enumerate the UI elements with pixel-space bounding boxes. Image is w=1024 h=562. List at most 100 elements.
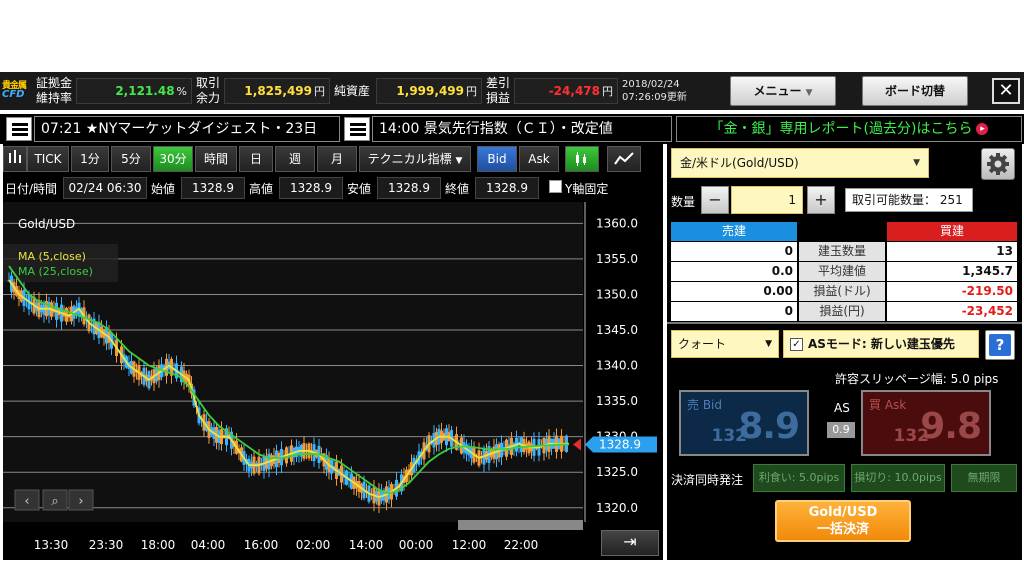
x-tick-label: 00:00 (399, 538, 434, 552)
chevron-down-icon: ▼ (805, 88, 813, 98)
margin-ratio-label: 証拠金 維持率 (36, 76, 73, 105)
x-tick-label: 14:00 (349, 538, 384, 552)
gold-silver-report-link[interactable]: 「金・銀」専用レポート(過去分)はこちら ▸ (676, 116, 1022, 142)
y-tick-label: 1350.0 (596, 287, 638, 301)
chart-symbol-label: Gold/USD (18, 217, 75, 231)
x-tick-label: 23:30 (89, 538, 124, 552)
y-tick-label: 1335.0 (596, 394, 638, 408)
tab-week[interactable]: 週 (275, 146, 315, 172)
quantity-label: 数量 (671, 195, 696, 209)
tab-month[interactable]: 月 (317, 146, 357, 172)
precious-metals-cfd-logo: 貴金属 CFD (2, 81, 27, 100)
candlestick-chart-icon[interactable] (565, 146, 599, 172)
quantity-plus-button[interactable]: + (807, 186, 835, 214)
question-icon: ? (989, 334, 1011, 356)
chart-panel: TICK 1分 5分 30分 時間 日 週 月 テクニカル指標 ▼ Bid As… (3, 144, 663, 560)
checkbox-checked-icon: ✓ (790, 338, 803, 351)
chevron-down-icon: ▼ (765, 339, 772, 349)
divider (667, 322, 1022, 324)
chart-scrollbar (458, 520, 583, 530)
zoom-control-glyph: › (78, 494, 83, 509)
buy-header: 買建 (887, 222, 1017, 241)
open-value: 1328.9 (181, 177, 245, 199)
symbol-select[interactable]: 金/米ドル(Gold/USD) ▼ (671, 148, 929, 178)
quantity-minus-button[interactable]: − (701, 186, 729, 214)
low-value: 1328.9 (377, 177, 441, 199)
take-profit-button[interactable]: 利食い: 5.0pips (753, 464, 845, 492)
news-item-2[interactable]: 14:00 景気先行指数（ＣＩ）・改定値 (372, 116, 672, 142)
bid-toggle[interactable]: Bid (477, 146, 517, 172)
help-button[interactable]: ? (985, 330, 1015, 360)
y-axis-fix-label: Y軸固定 (565, 182, 609, 196)
tab-1min[interactable]: 1分 (71, 146, 109, 172)
close-icon: ✕ (998, 80, 1014, 101)
news-list-icon[interactable] (6, 117, 32, 141)
slippage-readout: 許容スリッページ幅: 5.0 pips (835, 372, 999, 386)
tab-5min[interactable]: 5分 (111, 146, 151, 172)
jump-to-latest-button[interactable]: ⇥ (601, 530, 659, 556)
unlimited-button[interactable]: 無期限 (951, 464, 1017, 492)
y-tick-label: 1340.0 (596, 359, 638, 373)
datetime-value: 02/24 06:30 (63, 177, 147, 199)
news-item-1[interactable]: 07:21 ★NYマーケットダイジェスト・23日 (34, 116, 340, 142)
x-tick-label: 16:00 (244, 538, 279, 552)
ask-toggle[interactable]: Ask (519, 146, 559, 172)
tab-tick[interactable]: TICK (27, 146, 69, 172)
bar-chart-icon[interactable] (3, 146, 27, 172)
margin-ratio-value: 2,121.48% (76, 78, 192, 104)
quantity-input[interactable]: 1 (731, 186, 803, 214)
simultaneous-order-label: 決済同時発注 (671, 473, 744, 487)
chart-toolbar: TICK 1分 5分 30分 時間 日 週 月 テクニカル指標 ▼ Bid As… (3, 144, 663, 174)
y-tick-label: 1345.0 (596, 323, 638, 337)
ohlc-readout: 日付/時間 02/24 06:30 始値 1328.9 高値 1328.9 安値… (3, 176, 663, 200)
x-tick-label: 12:00 (452, 538, 487, 552)
arrow-right-icon: ▸ (976, 123, 989, 135)
chevron-down-icon: ▼ (913, 158, 920, 168)
close-value: 1328.9 (475, 177, 539, 199)
x-tick-label: 13:30 (34, 538, 69, 552)
settings-button[interactable] (981, 148, 1015, 180)
available-quantity: 取引可能数量： 251 (845, 188, 973, 212)
buy-ask-button[interactable]: 買 Ask 132 9.8 (861, 390, 991, 456)
technical-indicator-dropdown[interactable]: テクニカル指標 ▼ (359, 146, 471, 172)
order-panel: 金/米ドル(Gold/USD) ▼ 数量 − 1 + 取引可能数量： 251 売建… (667, 144, 1022, 560)
table-row: 0 建玉数量 13 (671, 242, 1017, 261)
x-tick-label: 18:00 (141, 538, 176, 552)
trading-capacity-value: 1,825,499 円 (224, 78, 330, 104)
legend-entry: MA (25,close) (18, 265, 93, 278)
sell-bid-button[interactable]: 売 Bid 132 8.9 (679, 390, 809, 456)
trading-capacity-label: 取引 余力 (196, 76, 221, 105)
price-chart[interactable]: 1360.01355.01350.01345.01340.01335.01330… (3, 202, 663, 560)
current-price-label: 1328.9 (599, 437, 641, 451)
close-button[interactable]: ✕ (992, 78, 1020, 104)
table-row: 0.00 損益(ドル) -219.50 (671, 282, 1017, 301)
as-value: 0.9 (827, 422, 855, 438)
x-tick-label: 02:00 (296, 538, 331, 552)
tab-day[interactable]: 日 (239, 146, 273, 172)
order-type-select[interactable]: クォート ▼ (671, 330, 779, 358)
pnl-value: -24,478 円 (514, 78, 618, 104)
y-tick-label: 1320.0 (596, 501, 638, 515)
news-list-icon-2[interactable] (344, 117, 370, 141)
as-mode-checkbox[interactable]: ✓ ASモード: 新しい建玉優先 (783, 330, 979, 358)
stop-loss-button[interactable]: 損切り: 10.0pips (851, 464, 945, 492)
legend-entry: MA (5,close) (18, 250, 86, 263)
board-switch-button[interactable]: ボード切替 (862, 76, 968, 106)
zoom-control-glyph: ⌕ (51, 494, 58, 509)
menu-button[interactable]: メニュー ▼ (730, 76, 836, 106)
line-chart-icon[interactable] (607, 146, 641, 172)
last-updated: 2018/02/24 07:26:09更新 (622, 79, 687, 103)
y-axis-fix-checkbox[interactable] (549, 180, 562, 193)
tab-30min[interactable]: 30分 (153, 146, 193, 172)
sell-header: 売建 (671, 222, 797, 241)
x-tick-label: 04:00 (191, 538, 226, 552)
bulk-settle-button[interactable]: Gold/USD 一括決済 (775, 500, 911, 542)
high-value: 1328.9 (279, 177, 343, 199)
net-assets-value: 1,999,499 円 (376, 78, 482, 104)
account-bar: 貴金属 CFD 証拠金 維持率 2,121.48% 取引 余力 1,825,499 円… (0, 72, 1024, 110)
x-tick-label: 22:00 (504, 538, 539, 552)
table-row: 0.0 平均建値 1,345.7 (671, 262, 1017, 281)
tab-hour[interactable]: 時間 (195, 146, 237, 172)
pnl-label: 差引 損益 (486, 76, 511, 105)
y-tick-label: 1325.0 (596, 465, 638, 479)
